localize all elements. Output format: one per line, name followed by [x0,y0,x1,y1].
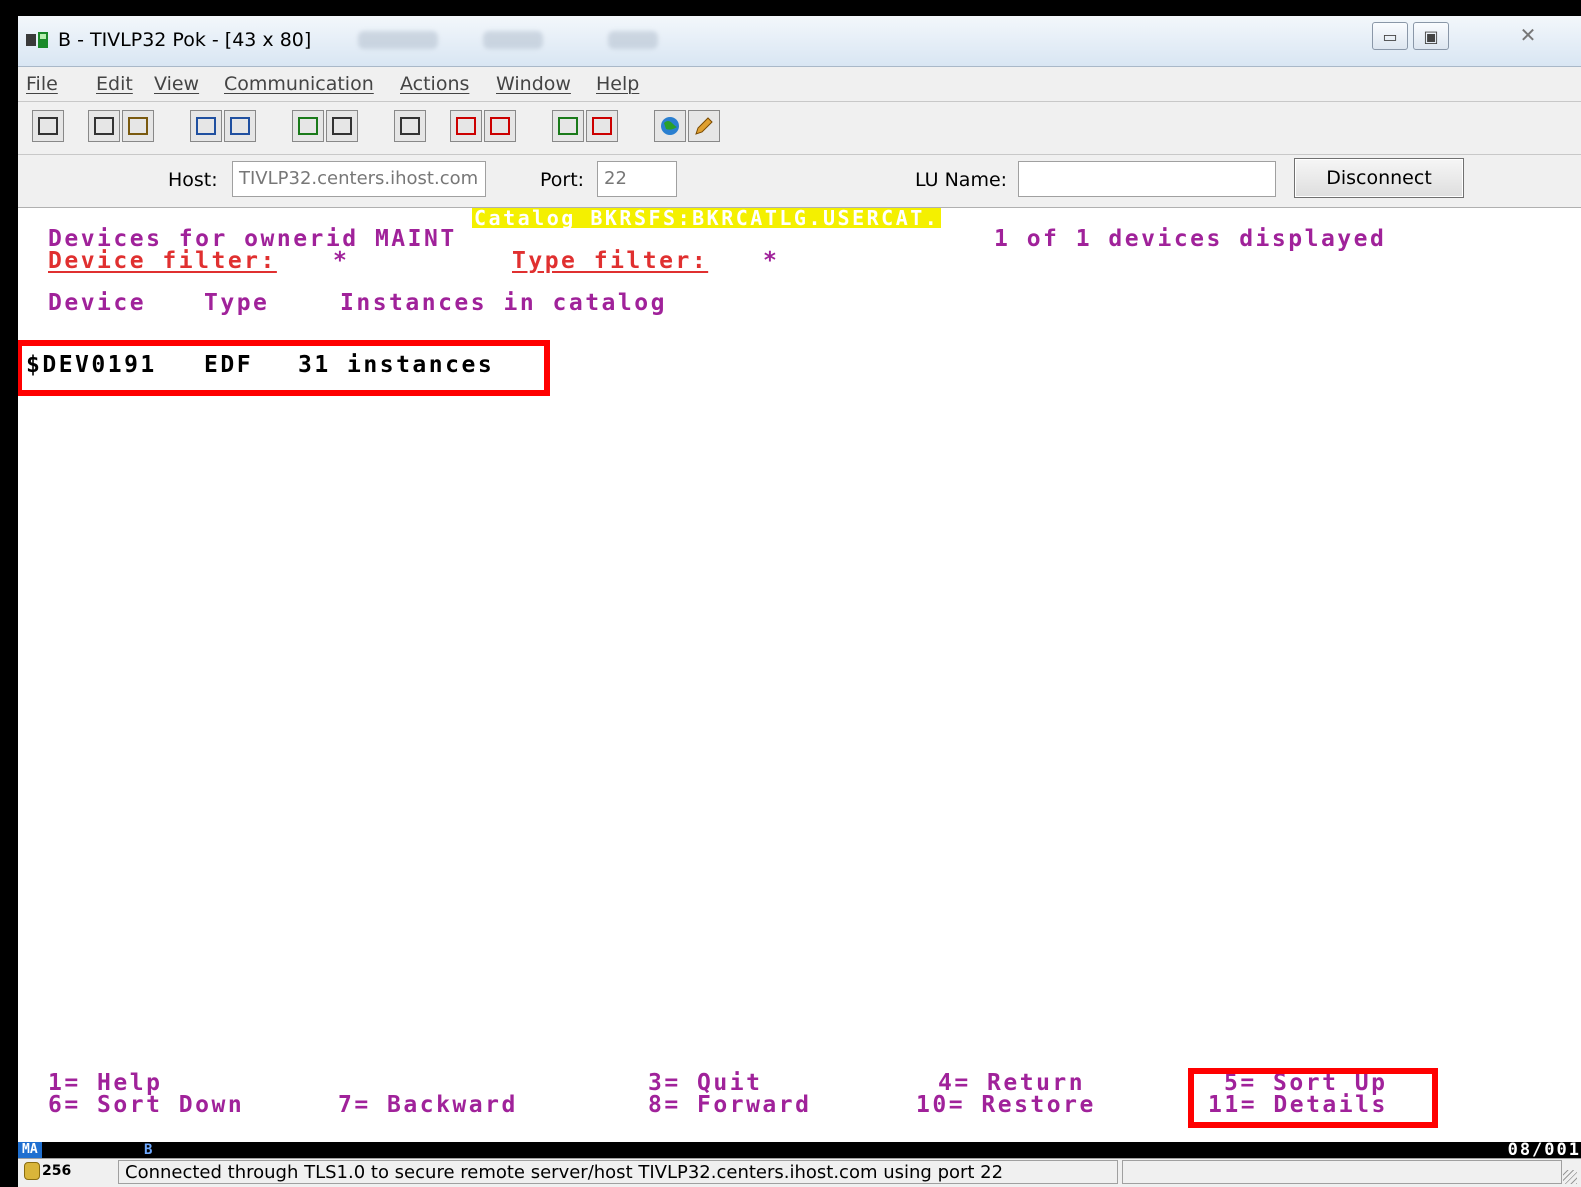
window-title: B - TIVLP32 Pok - [43 x 80] [58,29,312,51]
oia-session: B [144,1142,153,1158]
secure-lock-indicator: 256 [24,1162,71,1180]
column-header-instances: Instances in catalog [340,290,667,316]
host-field[interactable]: TIVLP32.centers.ihost.com [232,161,486,197]
row-highlight-box [18,340,550,396]
start-icon[interactable] [552,110,584,142]
menu-bar: File Edit View Communication Actions Win… [18,67,1581,102]
column-header-type: Type [204,290,270,316]
menu-edit[interactable]: Edit [96,73,133,95]
port-field[interactable]: 22 [597,161,677,197]
device-filter-input[interactable]: * [333,248,349,274]
minimize-icon: ▭ [1382,26,1398,46]
maximize-icon: ▣ [1423,26,1439,46]
menu-file[interactable]: File [26,73,58,95]
status-message: Connected through TLS1.0 to secure remot… [118,1160,1118,1184]
title-redacted-area [483,31,543,49]
lu-name-label: LU Name: [915,169,1008,191]
menu-communication[interactable]: Communication [224,73,374,95]
status-panel [1122,1160,1562,1184]
display-icon[interactable] [292,110,324,142]
pf7-backward[interactable]: 7= Backward [338,1092,518,1118]
maximize-button[interactable]: ▣ [1413,22,1449,50]
title-redacted-area [358,31,438,49]
menu-window[interactable]: Window [496,73,571,95]
edit-icon[interactable] [688,110,720,142]
disconnect-button[interactable]: Disconnect [1294,158,1464,198]
catalog-banner: Catalog BKRSFS:BKRCATLG.USERCAT. [472,208,942,230]
cursor-position: 08/001 [1507,1140,1581,1160]
pf8-forward[interactable]: 8= Forward [648,1092,811,1118]
record-macro-icon[interactable] [450,110,482,142]
close-button[interactable]: ✕ [1500,22,1556,48]
title-redacted-area [608,31,658,49]
status-bar: 256 Connected through TLS1.0 to secure r… [18,1158,1581,1187]
pf6-sort-down[interactable]: 6= Sort Down [48,1092,244,1118]
resize-grip[interactable] [1563,1170,1577,1184]
device-filter-label: Device filter: [48,248,277,274]
pf10-restore[interactable]: 10= Restore [916,1092,1096,1118]
connection-bar: Host: TIVLP32.centers.ihost.com Port: 22… [18,155,1581,209]
type-filter-label: Type filter: [512,248,709,274]
column-header-device: Device [48,290,147,316]
emulator-window: B - TIVLP32 Pok - [43 x 80] ▭ ▣ ✕ File E… [18,16,1581,1187]
toolbar [18,102,1581,155]
keypad-icon[interactable] [326,110,358,142]
lock-icon [24,1162,40,1180]
send-file-icon[interactable] [190,110,222,142]
oia-indicator: MA [18,1142,42,1158]
host-label: Host: [168,169,218,191]
macro-icon[interactable] [394,110,426,142]
paste-icon[interactable] [122,110,154,142]
close-icon: ✕ [1519,23,1537,47]
details-highlight-box [1188,1068,1438,1128]
stop-icon[interactable] [586,110,618,142]
operator-info-area: MA B 08/001 [18,1140,1581,1160]
globe-icon[interactable] [654,110,686,142]
port-label: Port: [540,169,585,191]
print-screen-icon[interactable] [32,110,64,142]
key-length: 256 [42,1163,72,1179]
type-filter-input[interactable]: * [763,248,779,274]
app-icon [26,32,48,48]
menu-help[interactable]: Help [596,73,639,95]
play-macro-icon[interactable] [484,110,516,142]
lu-name-field[interactable] [1018,161,1276,197]
copy-icon[interactable] [88,110,120,142]
device-count: 1 of 1 devices displayed [994,226,1387,252]
receive-file-icon[interactable] [224,110,256,142]
menu-view[interactable]: View [154,73,199,95]
terminal-screen[interactable]: Catalog BKRSFS:BKRCATLG.USERCAT. Devices… [18,208,1581,1142]
minimize-button[interactable]: ▭ [1372,22,1408,50]
menu-actions[interactable]: Actions [400,73,469,95]
title-bar[interactable]: B - TIVLP32 Pok - [43 x 80] ▭ ▣ ✕ [18,16,1581,67]
